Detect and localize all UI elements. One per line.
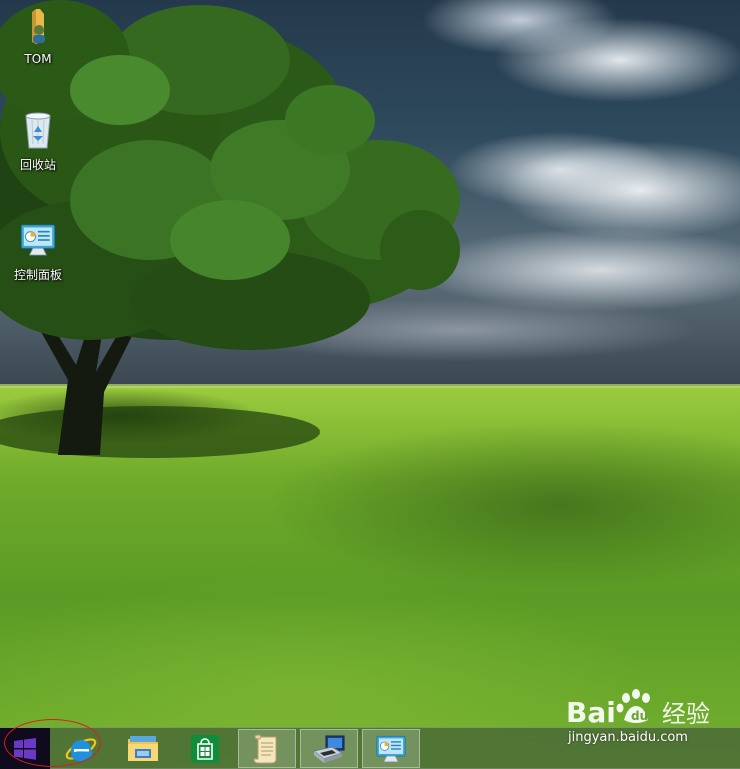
taskbar-button-scroll[interactable]	[238, 729, 296, 768]
desktop-wallpaper	[0, 0, 740, 768]
desktop-icon-recycle-bin[interactable]: 回收站	[0, 110, 76, 173]
desktop-icon-label: 回收站	[19, 158, 56, 172]
control-panel-icon	[376, 735, 406, 762]
start-button[interactable]	[0, 728, 50, 769]
file-explorer-icon	[128, 735, 158, 761]
baidu-paw-logo: Bai du 经验	[566, 689, 710, 729]
store-icon	[191, 734, 219, 763]
svg-text:经验: 经验	[662, 700, 710, 728]
recycle-bin-icon	[25, 112, 51, 149]
internet-explorer-icon	[65, 737, 97, 762]
desktop-icon-user-folder[interactable]: TOM	[0, 6, 76, 66]
desktop-icon-label: 控制面板	[13, 268, 62, 282]
taskbar-button-control-panel[interactable]	[362, 729, 420, 768]
windows-logo-icon	[14, 737, 36, 760]
taskbar-button-file-explorer[interactable]	[114, 729, 172, 768]
watermark-url: jingyan.baidu.com	[568, 730, 688, 745]
scroll-icon	[253, 734, 277, 763]
taskbar-button-internet-explorer[interactable]	[52, 729, 110, 768]
control-panel-icon	[20, 224, 56, 256]
svg-text:du: du	[631, 709, 648, 723]
user-folder-icon	[32, 9, 45, 44]
desktop-icon-label: TOM	[24, 52, 52, 66]
baidu-jingyan-watermark: Bai du 经验 jingyan.baidu.com	[566, 686, 736, 752]
network-computer-icon	[312, 735, 345, 763]
desktop-icon-control-panel[interactable]: 控制面板	[0, 220, 76, 283]
taskbar-button-store[interactable]	[176, 729, 234, 768]
svg-text:Bai: Bai	[566, 696, 616, 729]
taskbar-button-network-computer[interactable]	[300, 729, 358, 768]
